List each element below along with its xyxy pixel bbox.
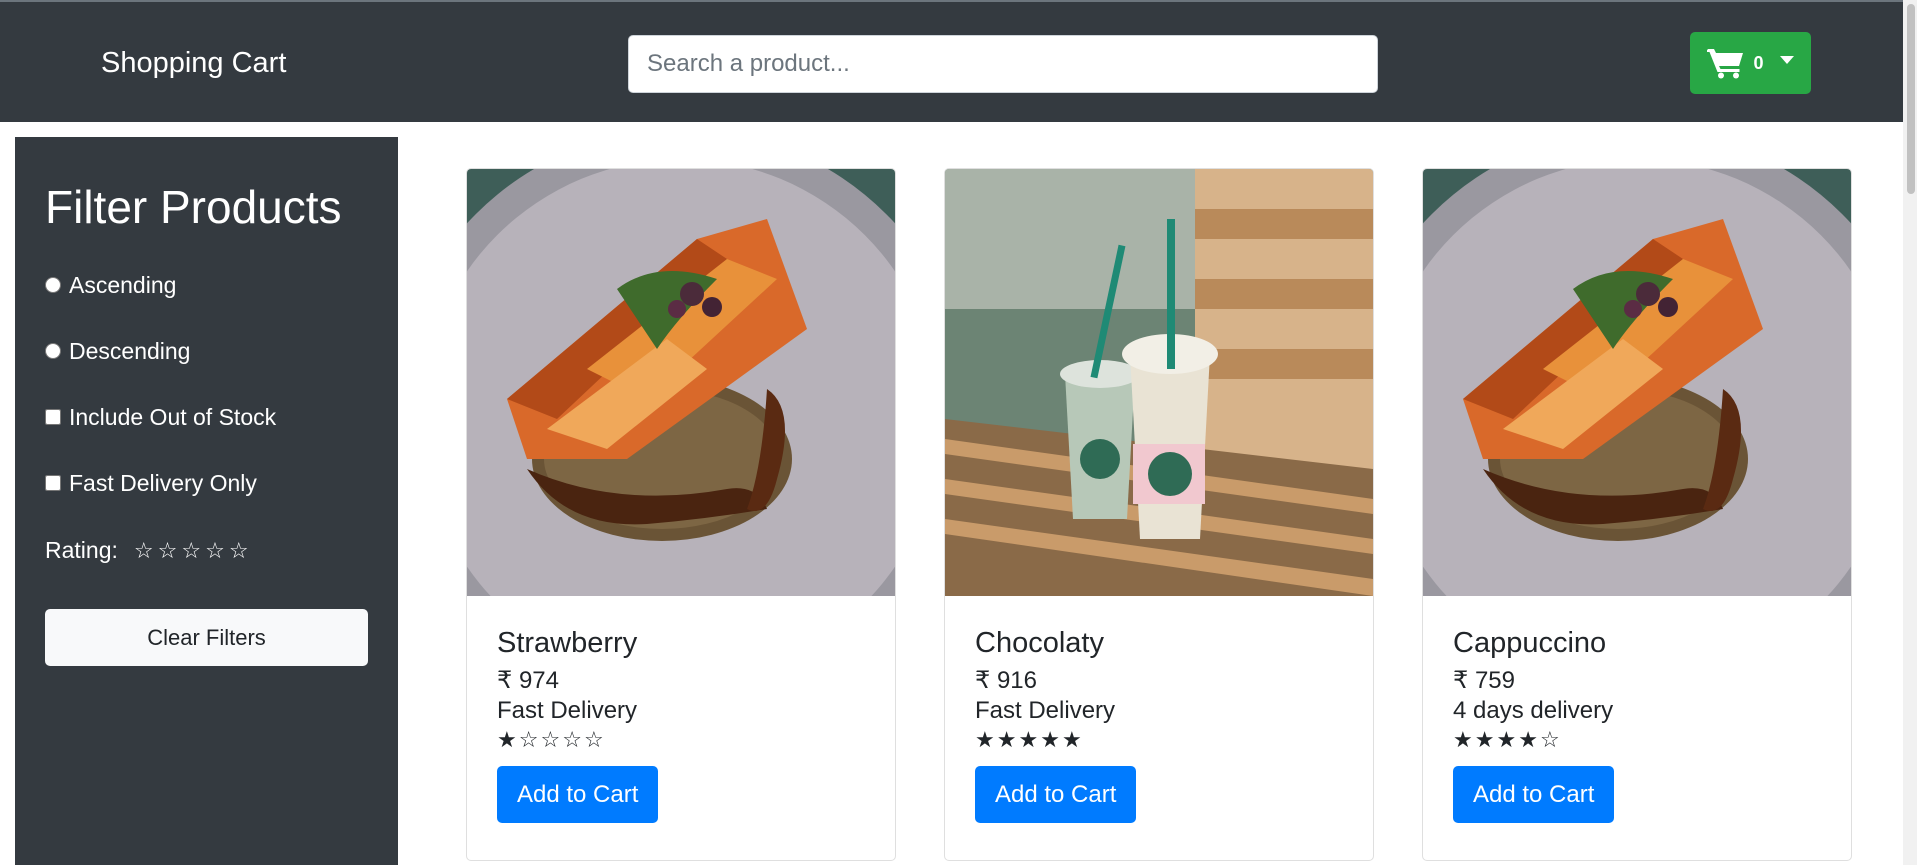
fast-delivery-label: Fast Delivery Only <box>69 470 257 496</box>
star-filled-icon: ★ <box>1474 727 1497 752</box>
star-filled-icon: ★ <box>1061 727 1084 752</box>
star-filled-icon: ★ <box>996 727 1019 752</box>
scrollbar-thumb[interactable] <box>1907 4 1915 194</box>
product-delivery: Fast Delivery <box>497 697 638 724</box>
star-outline-icon[interactable]: ☆ <box>229 538 249 564</box>
rating-label: Rating: <box>45 537 118 563</box>
chevron-down-icon <box>1779 56 1794 64</box>
star-outline-icon[interactable]: ☆ <box>205 538 225 564</box>
sidebar-title: Filter Products <box>45 181 342 233</box>
sort-ascending-option[interactable]: Ascending <box>45 270 176 300</box>
product-price: ₹ 916 <box>975 667 1037 694</box>
product-card: Chocolaty ₹ 916 Fast Delivery ★★★★★ Add … <box>944 168 1374 861</box>
star-filled-icon: ★ <box>1040 727 1062 752</box>
sort-descending-label: Descending <box>69 338 191 364</box>
product-image-drinks <box>945 169 1373 596</box>
star-outline-icon[interactable]: ☆ <box>134 538 154 564</box>
brand-title[interactable]: Shopping Cart <box>101 45 286 81</box>
sort-ascending-label: Ascending <box>69 272 177 298</box>
cart-count-badge: 0 <box>1753 52 1764 73</box>
fast-delivery-checkbox[interactable] <box>45 475 61 491</box>
rating-filter-stars: ☆ ☆ ☆ ☆ ☆ <box>134 538 249 564</box>
product-name: Chocolaty <box>975 627 1104 659</box>
star-outline-icon: ☆ <box>540 727 563 752</box>
add-to-cart-button[interactable]: Add to Cart <box>497 766 659 823</box>
product-delivery: Fast Delivery <box>975 697 1116 724</box>
star-outline-icon: ☆ <box>518 727 541 752</box>
product-rating: ★★★★☆ <box>1453 726 1614 754</box>
product-image-salmon <box>1423 169 1851 596</box>
star-outline-icon: ☆ <box>562 727 584 752</box>
product-price: ₹ 759 <box>1453 667 1515 694</box>
product-delivery: 4 days delivery <box>1453 697 1614 724</box>
fast-delivery-option[interactable]: Fast Delivery Only <box>45 468 257 498</box>
star-outline-icon[interactable]: ☆ <box>181 538 201 564</box>
product-card: Strawberry ₹ 974 Fast Delivery ★☆☆☆☆ Add… <box>466 168 896 861</box>
product-card-body: Strawberry ₹ 974 Fast Delivery ★☆☆☆☆ Add… <box>497 626 659 823</box>
search-input[interactable] <box>628 35 1378 93</box>
product-card: Cappuccino ₹ 759 4 days delivery ★★★★☆ A… <box>1422 168 1852 861</box>
page-scrollbar[interactable] <box>1903 0 1917 865</box>
star-filled-icon: ★ <box>1518 727 1540 752</box>
product-rating: ★★★★★ <box>975 726 1136 754</box>
sort-descending-option[interactable]: Descending <box>45 336 190 366</box>
product-price: ₹ 974 <box>497 667 559 694</box>
star-outline-icon[interactable]: ☆ <box>158 538 178 564</box>
shopping-cart-icon <box>1707 49 1744 79</box>
filter-sidebar: Filter Products Ascending Descending Inc… <box>15 137 398 865</box>
star-outline-icon: ☆ <box>583 727 606 752</box>
sort-ascending-radio[interactable] <box>45 277 61 293</box>
product-card-body: Cappuccino ₹ 759 4 days delivery ★★★★☆ A… <box>1453 626 1615 823</box>
star-filled-icon: ★ <box>1496 727 1519 752</box>
include-out-of-stock-option[interactable]: Include Out of Stock <box>45 402 276 432</box>
star-outline-icon: ☆ <box>1539 727 1562 752</box>
star-filled-icon: ★ <box>975 727 997 752</box>
include-out-of-stock-checkbox[interactable] <box>45 409 61 425</box>
rating-filter: Rating: ☆ ☆ ☆ ☆ ☆ <box>45 537 249 564</box>
cart-dropdown-button[interactable]: 0 <box>1690 32 1811 94</box>
add-to-cart-button[interactable]: Add to Cart <box>975 766 1137 823</box>
include-out-of-stock-label: Include Out of Stock <box>69 404 277 430</box>
sort-descending-radio[interactable] <box>45 343 61 359</box>
star-filled-icon: ★ <box>1453 727 1475 752</box>
product-rating: ★☆☆☆☆ <box>497 726 658 754</box>
product-image-salmon <box>467 169 895 596</box>
add-to-cart-button[interactable]: Add to Cart <box>1453 766 1615 823</box>
star-filled-icon: ★ <box>497 727 519 752</box>
star-filled-icon: ★ <box>1018 727 1041 752</box>
navbar: Shopping Cart 0 <box>0 2 1917 122</box>
product-name: Cappuccino <box>1453 627 1607 659</box>
clear-filters-button[interactable]: Clear Filters <box>45 609 368 666</box>
product-name: Strawberry <box>497 627 638 659</box>
product-card-body: Chocolaty ₹ 916 Fast Delivery ★★★★★ Add … <box>975 626 1137 823</box>
